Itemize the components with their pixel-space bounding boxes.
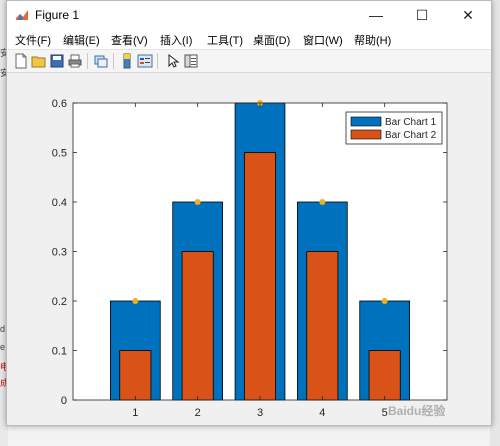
window-title: Figure 1 [35, 8, 80, 22]
insert-colorbar-icon[interactable] [119, 53, 135, 69]
minimize-button[interactable]: — [353, 1, 399, 29]
close-button[interactable]: ✕ [445, 1, 491, 29]
print-icon[interactable] [67, 53, 83, 69]
toolbar-separator [113, 53, 114, 69]
bar-2-1 [119, 350, 152, 401]
new-figure-icon[interactable] [13, 53, 29, 69]
bar-2-3 [244, 152, 276, 401]
menu-window[interactable]: 窗口(W) [303, 32, 343, 48]
maximize-icon: ☐ [415, 6, 429, 23]
watermark: Baidu经验 [388, 404, 446, 418]
minimize-icon: — [369, 7, 383, 23]
data-marker-2 [194, 199, 201, 205]
menu-view[interactable]: 查看(V) [111, 32, 148, 48]
menu-help[interactable]: 帮助(H) [354, 32, 391, 48]
menu-desktop[interactable]: 桌面(D) [253, 32, 290, 48]
x-tick-label: 4 [319, 407, 325, 419]
x-tick-label: 3 [257, 407, 263, 419]
toolbar-separator [157, 53, 158, 69]
maximize-button[interactable]: ☐ [399, 1, 445, 29]
legend-label-1: Bar Chart 1 [385, 117, 437, 128]
edit-plot-icon[interactable] [165, 53, 181, 69]
data-marker-4 [319, 199, 326, 205]
x-tick-label: 1 [132, 407, 138, 419]
x-tick-label: 5 [382, 407, 388, 419]
title-bar[interactable]: Figure 1 — ☐ ✕ [7, 1, 491, 29]
y-tick-label: 0.6 [52, 98, 67, 110]
bar-2-4 [306, 251, 339, 401]
y-tick-label: 0.4 [52, 197, 67, 209]
legend-swatch-1 [350, 116, 382, 127]
legend-label-2: Bar Chart 2 [385, 130, 437, 141]
save-icon[interactable] [49, 53, 65, 69]
y-tick-label: 0.3 [52, 247, 67, 259]
x-tick-label: 2 [195, 407, 201, 419]
link-plot-icon[interactable] [93, 53, 109, 69]
menu-edit[interactable]: 编辑(E) [63, 32, 100, 48]
toolbar-separator [87, 53, 88, 69]
close-icon: ✕ [462, 6, 474, 23]
y-tick-label: 0.1 [52, 346, 67, 358]
open-file-icon[interactable] [31, 53, 47, 69]
menu-insert[interactable]: 插入(I) [160, 32, 192, 48]
property-inspector-icon[interactable] [183, 53, 199, 69]
legend-swatch-2 [350, 129, 382, 140]
y-tick-label: 0.5 [52, 148, 67, 160]
figure-canvas: 0 0.1 0.2 0.3 0.4 0.5 0.6 1 2 3 4 5 Bar Chart 1 Bar … [7, 73, 491, 425]
bar-2-5 [368, 350, 401, 401]
data-marker-1 [132, 298, 139, 304]
y-tick-label: 0.2 [52, 296, 67, 308]
insert-legend-icon[interactable] [137, 53, 153, 69]
menu-bar: 文件(F) 编辑(E) 查看(V) 插入(I) 工具(T) 桌面(D) 窗口(W… [7, 29, 491, 50]
background-text-fragment: d [0, 324, 6, 334]
figure-window: Figure 1 — ☐ ✕ 文件(F) 编辑(E) 查看(V) 插入(I) 工… [6, 0, 492, 426]
y-tick-label: 0 [61, 395, 67, 407]
toolbar [7, 50, 491, 73]
menu-tools[interactable]: 工具(T) [207, 32, 243, 48]
bar-2-2 [181, 251, 214, 401]
background-text-fragment: e [0, 342, 6, 352]
bar-chart: 0 0.1 0.2 0.3 0.4 0.5 0.6 1 2 3 4 5 Bar Chart 1 Bar … [52, 98, 448, 419]
matlab-logo-icon [16, 10, 28, 20]
data-marker-5 [381, 298, 388, 304]
menu-file[interactable]: 文件(F) [15, 32, 51, 48]
